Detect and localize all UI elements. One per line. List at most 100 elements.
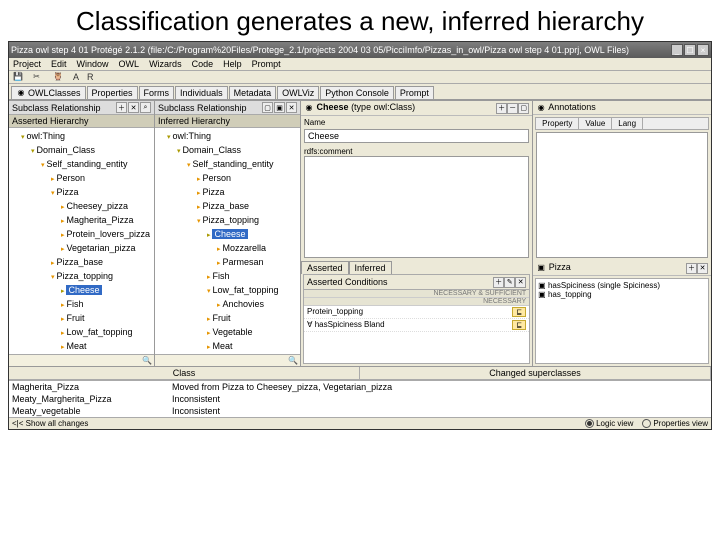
tree-item[interactable]: Fruit <box>61 312 152 326</box>
tab-individuals[interactable]: Individuals <box>175 86 228 99</box>
tree-item[interactable]: Fish <box>207 270 298 284</box>
tab-owlviz[interactable]: OWLViz <box>277 86 319 99</box>
minimize-button[interactable]: _ <box>671 44 683 56</box>
expand-icon[interactable]: ▢ <box>262 102 273 113</box>
edit-cond-icon[interactable]: ✎ <box>504 277 515 288</box>
properties-body[interactable]: ▣ hasSpiciness (single Spiciness) ▣ has_… <box>535 278 709 365</box>
tab-forms[interactable]: Forms <box>139 86 175 99</box>
annotations-body[interactable] <box>536 132 708 258</box>
del-prop-icon[interactable]: ✕ <box>697 263 708 274</box>
tree-item-selected[interactable]: Cheese <box>207 228 298 242</box>
tree-item[interactable]: Low_fat_topping <box>207 284 298 298</box>
cut-icon[interactable]: ✂ <box>33 72 43 82</box>
binoc-icon[interactable]: 🔍 <box>142 356 152 365</box>
tree-item[interactable]: Pizza_topping <box>197 214 298 228</box>
prop-row[interactable]: ▣ has_topping <box>538 290 706 299</box>
toolbar-letters[interactable]: A R <box>73 72 97 82</box>
comment-textarea[interactable] <box>304 156 529 259</box>
tree-item[interactable]: Fruit <box>207 312 298 326</box>
asserted-tree[interactable]: owl:Thing Domain_Class Self_standing_ent… <box>9 128 154 354</box>
minus-icon[interactable]: － <box>507 103 518 114</box>
find-icon[interactable]: ⌕ <box>140 102 151 113</box>
tree-item[interactable]: Domain_Class <box>31 144 152 158</box>
tree-item[interactable]: Low_fat_topping <box>61 326 152 340</box>
properties-view-radio[interactable] <box>642 419 651 428</box>
tree-item[interactable]: Person <box>197 172 298 186</box>
comment-label: rdfs:comment <box>301 145 532 156</box>
menu-help[interactable]: Help <box>223 59 242 69</box>
change-class[interactable]: Meaty_vegetable <box>12 406 172 416</box>
conditions-body[interactable]: NECESSARY & SUFFICIENT NECESSARY Protein… <box>303 290 530 365</box>
menu-window[interactable]: Window <box>77 59 109 69</box>
asserted-header: Asserted Hierarchy <box>9 115 154 128</box>
tree-root[interactable]: owl:Thing <box>167 130 298 144</box>
col-class[interactable]: Class <box>9 367 360 379</box>
close-button[interactable]: × <box>697 44 709 56</box>
tree-item[interactable]: Self_standing_entity <box>187 158 298 172</box>
tree-item[interactable]: Meat <box>207 340 298 354</box>
name-input[interactable] <box>304 129 529 143</box>
change-class[interactable]: Meaty_Margherita_Pizza <box>12 394 172 404</box>
tree-item[interactable]: Pizza <box>51 186 152 200</box>
tree-item[interactable]: Pizza <box>197 186 298 200</box>
tree-item-selected[interactable]: Cheese <box>61 284 152 298</box>
tab-owlclasses[interactable]: ◉OWLClasses <box>11 86 86 99</box>
col-changed[interactable]: Changed superclasses <box>360 367 711 379</box>
collapse-icon[interactable]: ▣ <box>274 102 285 113</box>
tree-item[interactable]: Pizza_topping <box>51 270 152 284</box>
tree-item[interactable]: Anchovies <box>217 298 298 312</box>
tab-asserted-cond[interactable]: Asserted <box>301 261 349 274</box>
delete-class-icon[interactable]: ✕ <box>128 102 139 113</box>
tree-item[interactable]: Person <box>51 172 152 186</box>
cond-row[interactable]: ∀ hasSpiciness Bland <box>307 320 385 330</box>
menu-code[interactable]: Code <box>192 59 214 69</box>
tree-item[interactable]: Vegetable <box>207 326 298 340</box>
tree-item[interactable]: Pizza_base <box>197 200 298 214</box>
show-changes-link[interactable]: <|< Show all changes <box>12 419 88 428</box>
tree-item[interactable]: Vegetarian_pizza <box>61 242 152 256</box>
menu-wizards[interactable]: Wizards <box>149 59 182 69</box>
menu-prompt[interactable]: Prompt <box>252 59 281 69</box>
tab-python[interactable]: Python Console <box>320 86 394 99</box>
class-icon: ◉ <box>16 88 26 98</box>
cond-row[interactable]: Protein_topping <box>307 307 363 317</box>
del-cond-icon[interactable]: ✕ <box>515 277 526 288</box>
prop-row[interactable]: ▣ hasSpiciness (single Spiciness) <box>538 281 706 290</box>
menu-owl[interactable]: OWL <box>119 59 140 69</box>
changes-table[interactable]: Magherita_PizzaMoved from Pizza to Chees… <box>9 380 711 417</box>
note-icon[interactable]: ▢ <box>518 103 529 114</box>
x-icon[interactable]: ✕ <box>286 102 297 113</box>
add-prop-icon[interactable]: ＋ <box>686 263 697 274</box>
menu-project[interactable]: Project <box>13 59 41 69</box>
change-class[interactable]: Magherita_Pizza <box>12 382 172 392</box>
tree-root[interactable]: owl:Thing <box>21 130 152 144</box>
tab-properties[interactable]: Properties <box>87 86 138 99</box>
binoc-icon[interactable]: 🔍 <box>288 356 298 365</box>
maximize-button[interactable]: ☐ <box>684 44 696 56</box>
new-class-icon[interactable]: ＋ <box>116 102 127 113</box>
owl-icon[interactable]: 🦉 <box>53 72 63 82</box>
subclass-badge: ⊑ <box>512 307 526 317</box>
tree-item[interactable]: Pizza_base <box>51 256 152 270</box>
tree-item[interactable]: Self_standing_entity <box>41 158 152 172</box>
tab-prompt[interactable]: Prompt <box>395 86 434 99</box>
add-cond-icon[interactable]: ＋ <box>493 277 504 288</box>
tree-item[interactable]: Protein_lovers_pizza <box>61 228 152 242</box>
tree-item[interactable]: Magherita_Pizza <box>61 214 152 228</box>
plus-icon[interactable]: ＋ <box>496 103 507 114</box>
menu-edit[interactable]: Edit <box>51 59 67 69</box>
inferred-tree[interactable]: owl:Thing Domain_Class Self_standing_ent… <box>155 128 300 354</box>
titlebar[interactable]: Pizza owl step 4 01 Protégé 2.1.2 (file:… <box>9 42 711 58</box>
tree-item[interactable]: Parmesan <box>217 256 298 270</box>
tree-item[interactable]: Mozzarella <box>217 242 298 256</box>
tree-item[interactable]: Domain_Class <box>177 144 298 158</box>
logic-view-radio[interactable] <box>585 419 594 428</box>
tree-item[interactable]: Cheesey_pizza <box>61 200 152 214</box>
inferred-column: Subclass Relationship ▢▣✕ Inferred Hiera… <box>155 101 301 366</box>
tree-item[interactable]: Meat <box>61 340 152 354</box>
save-icon[interactable]: 💾 <box>13 72 23 82</box>
tab-metadata[interactable]: Metadata <box>229 86 277 99</box>
tab-inferred-cond[interactable]: Inferred <box>349 261 392 274</box>
window-title: Pizza owl step 4 01 Protégé 2.1.2 (file:… <box>11 45 629 55</box>
tree-item[interactable]: Fish <box>61 298 152 312</box>
